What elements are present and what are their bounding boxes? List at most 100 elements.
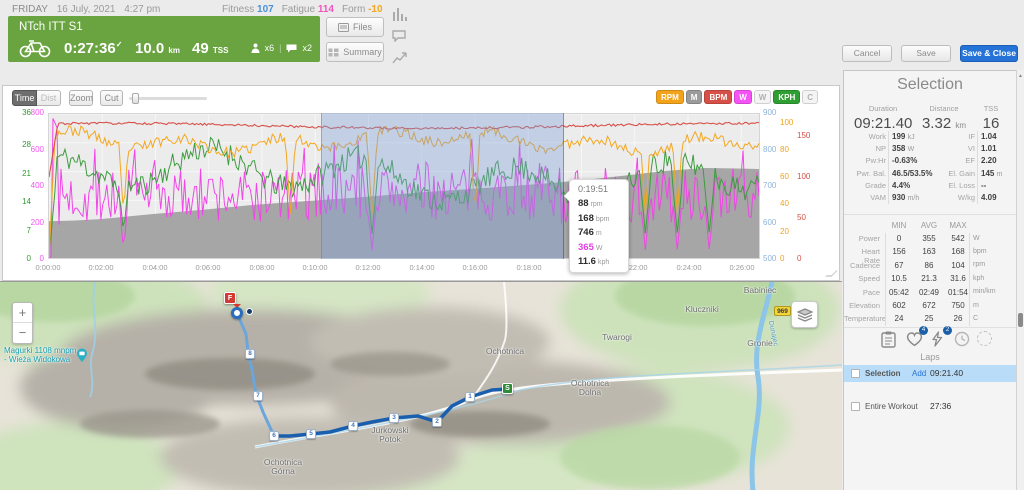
map-zoom-in-button[interactable]: +	[13, 303, 32, 323]
heart-rate-icon[interactable]: 4	[906, 331, 924, 349]
table-unit-5: m	[973, 302, 979, 309]
legend-toggle-m[interactable]: M	[686, 90, 703, 104]
route-map[interactable]: BabiniecKlucznikiGronieTwarogiOchotnicaO…	[0, 281, 842, 490]
zoom-button[interactable]: Zoom	[69, 90, 93, 106]
table-header-min: MIN	[887, 221, 911, 230]
lap-row-selection[interactable]: SelectionAdd09:21.40	[844, 365, 1016, 382]
x-tick-0: 0:00:00	[26, 263, 70, 272]
km-marker-4: 4	[348, 421, 358, 431]
viewpoint-poi-icon[interactable]	[76, 348, 88, 363]
workout-card[interactable]: NTch ITT S1 0:27:36✓ 10.0 km 49 TSS x6 |…	[8, 16, 320, 62]
x-tick-7: 0:14:00	[400, 263, 444, 272]
time-icon[interactable]	[954, 331, 972, 349]
x-tick-5: 0:10:00	[293, 263, 337, 272]
comments-icon	[286, 44, 297, 53]
map-label-ochotnica-górna: OchotnicaGórna	[264, 458, 302, 476]
legend-toggle-kph[interactable]: KPH	[773, 90, 800, 104]
lap-checkbox[interactable]	[851, 369, 860, 378]
x-tick-13: 0:26:00	[720, 263, 764, 272]
map-label-babiniec: Babiniec	[744, 286, 777, 295]
workout-tss: 49 TSS	[192, 40, 228, 57]
resize-grip[interactable]	[825, 270, 838, 276]
files-button[interactable]: Files	[326, 17, 384, 37]
comment-icon[interactable]	[392, 30, 410, 42]
heartrate-tick-100: 100	[797, 173, 810, 181]
tooltip-row-bpm: 168bpm	[578, 211, 622, 226]
km-marker-6: 6	[269, 431, 279, 441]
metric-fatigue: Fatigue 114	[282, 4, 334, 15]
legend-toggle-c[interactable]: C	[802, 90, 818, 104]
elevation-tick-700: 700	[763, 182, 776, 190]
summary-duration: Duration09:21.40	[854, 104, 912, 132]
save-button[interactable]: Save	[901, 45, 951, 62]
stat-right-5: W/kg4.09	[844, 192, 1017, 204]
speed-tick-21: 21	[22, 170, 31, 178]
table-cell-4-0: 05:42	[884, 288, 914, 297]
legend-toggle-w[interactable]: W	[734, 90, 752, 104]
heartrate-tick-50: 50	[797, 214, 806, 222]
chart-zoom-slider[interactable]	[129, 97, 207, 100]
sidebar-scrollbar[interactable]: ▲	[1016, 70, 1024, 490]
table-cell-1-1: 163	[914, 247, 944, 256]
summary-tss: TSS16	[974, 104, 1008, 132]
road-shield-969: 969	[774, 306, 791, 316]
dist-toggle-button[interactable]: Dist	[37, 90, 61, 106]
lap-add-link[interactable]: Add	[912, 365, 926, 382]
custom-metric-icon[interactable]	[977, 331, 995, 349]
time-toggle-button[interactable]: Time	[12, 90, 37, 106]
current-position-marker[interactable]	[231, 307, 243, 319]
selection-sidebar: Selection Duration09:21.40Distance3.32 k…	[843, 70, 1016, 490]
table-row-label-2: Cadence	[844, 261, 880, 270]
save-close-button[interactable]: Save & Close	[960, 45, 1018, 62]
chart-plot[interactable]	[48, 113, 760, 259]
chart-playhead-line	[563, 113, 564, 259]
table-header-max: MAX	[946, 221, 970, 230]
poi-label: Magurki 1108 mnpm- Wieża Widokowa	[4, 346, 76, 364]
notes-icon[interactable]	[881, 331, 899, 349]
power-tick-800: 800	[31, 109, 44, 117]
slider-handle[interactable]	[132, 93, 139, 104]
legend-toggle-bpm[interactable]: BPM	[704, 90, 732, 104]
scroll-thumb[interactable]	[1018, 313, 1023, 327]
elevation-tick-600: 600	[763, 219, 776, 227]
elevation-tick-900: 900	[763, 109, 776, 117]
summary-distance: Distance3.32 km	[916, 104, 972, 132]
lap-checkbox[interactable]	[851, 402, 860, 411]
date-header: FRIDAY 16 July, 2021 4:27 pm	[12, 4, 160, 15]
divider: |	[279, 43, 281, 53]
table-unit-0: W	[973, 235, 980, 242]
route-start-marker[interactable]: S	[502, 383, 513, 394]
stat-right-3: El. Gain145 m	[844, 168, 1017, 180]
stat-right-4: El. Loss--	[844, 180, 1017, 192]
secondary-position-marker	[246, 308, 253, 315]
chart-panel: Time Dist Zoom Cut RPMMBPMWWKPHC 3628211…	[2, 85, 840, 281]
route-finish-marker[interactable]: F	[224, 292, 236, 304]
table-cell-0-0: 0	[884, 234, 914, 243]
table-unit-4: min/km	[973, 288, 996, 295]
legend-toggle-w[interactable]: W	[754, 90, 772, 104]
power-tick-200: 200	[31, 219, 44, 227]
map-zoom-out-button[interactable]: −	[13, 323, 32, 343]
peaks-chart-icon[interactable]	[392, 6, 410, 21]
table-header-avg: AVG	[917, 221, 941, 230]
map-label-ochotnica: Ochotnica	[486, 347, 524, 356]
comments-count: x2	[302, 43, 312, 53]
files-icon	[338, 23, 349, 32]
map-layers-button[interactable]	[791, 301, 818, 328]
power-tick-0: 0	[40, 255, 44, 263]
scroll-up-arrow[interactable]: ▲	[1018, 73, 1023, 79]
lap-row-entire-workout[interactable]: Entire Workout27:36	[844, 398, 1016, 415]
trend-chart-icon[interactable]	[392, 51, 410, 64]
legend-toggle-rpm[interactable]: RPM	[656, 90, 684, 104]
cadence-tick-60: 60	[780, 173, 789, 181]
cut-button[interactable]: Cut	[100, 90, 123, 106]
table-row-label-5: Elevation	[844, 301, 880, 310]
check-icon: ✓	[116, 40, 123, 49]
power-zap-icon[interactable]: 2	[930, 331, 948, 349]
cadence-tick-80: 80	[780, 146, 789, 154]
summary-button[interactable]: Summary	[326, 42, 384, 62]
elevation-tick-800: 800	[763, 146, 776, 154]
km-marker-2: 2	[432, 417, 442, 427]
cancel-button[interactable]: Cancel	[842, 45, 892, 62]
workout-analysis-window: FRIDAY 16 July, 2021 4:27 pm Fitness 107…	[0, 0, 1024, 490]
